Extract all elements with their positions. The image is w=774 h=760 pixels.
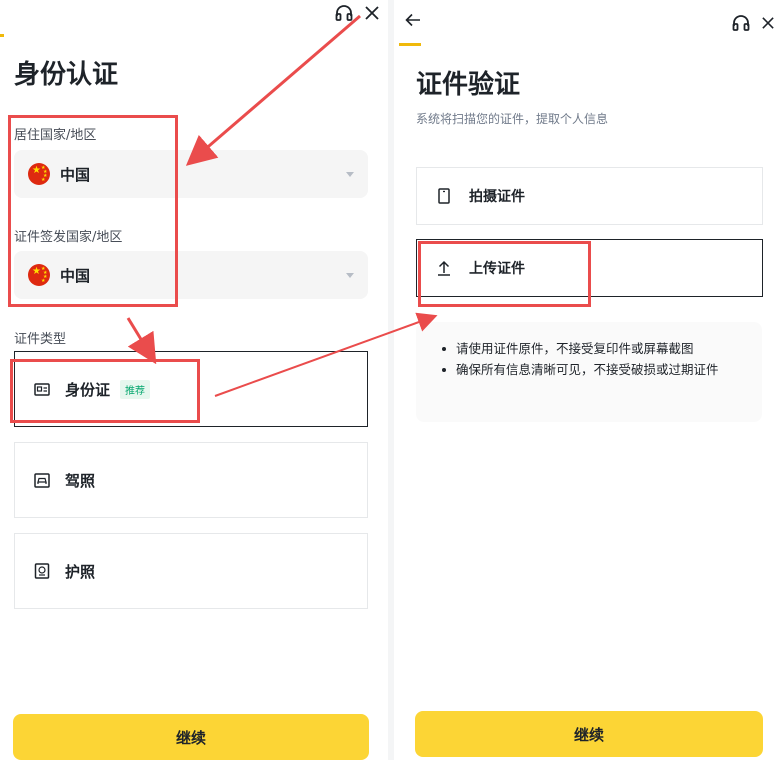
phone-camera-icon — [435, 187, 453, 205]
continue-button[interactable]: 继续 — [13, 714, 369, 760]
upload-document-option[interactable]: 上传证件 — [416, 239, 763, 297]
china-flag-icon: ★ ★ ★ ★ ★ — [28, 163, 50, 185]
china-flag-icon: ★ ★ ★ ★ ★ — [28, 264, 50, 286]
page-subtitle: 系统将扫描您的证件，提取个人信息 — [416, 112, 609, 126]
tip-item: 请使用证件原件，不接受复印件或屏幕截图 — [442, 338, 744, 359]
residence-country-label: 居住国家/地区 — [14, 128, 97, 143]
page-title: 身份认证 — [14, 60, 119, 90]
doc-type-id-card[interactable]: 身份证 推荐 — [14, 351, 368, 427]
doc-type-passport[interactable]: 护照 — [14, 533, 368, 609]
progress-indicator — [0, 34, 4, 37]
doc-type-label: 身份证 — [65, 380, 111, 399]
doc-type-label: 护照 — [65, 562, 96, 581]
caret-down-icon — [346, 171, 354, 177]
issuing-country-label: 证件签发国家/地区 — [14, 230, 123, 245]
option-label: 上传证件 — [469, 261, 525, 277]
take-photo-option[interactable]: 拍摄证件 — [416, 167, 763, 225]
headset-icon[interactable] — [732, 15, 750, 31]
progress-indicator — [399, 43, 421, 46]
top-actions — [335, 0, 379, 26]
recommended-badge: 推荐 — [120, 379, 151, 399]
issuing-country-value: 中国 — [60, 266, 91, 285]
driver-license-icon — [33, 471, 51, 489]
doc-type-driver-license[interactable]: 驾照 — [14, 442, 368, 518]
tips-box: 请使用证件原件，不接受复印件或屏幕截图 确保所有信息清晰可见，不接受破损或过期证… — [416, 322, 762, 422]
upload-icon — [435, 259, 453, 277]
tip-item: 确保所有信息清晰可见，不接受破损或过期证件 — [442, 359, 744, 380]
id-card-icon — [33, 380, 51, 398]
top-actions — [732, 10, 774, 36]
back-arrow-icon[interactable] — [405, 12, 421, 31]
doc-type-label: 驾照 — [65, 471, 96, 490]
caret-down-icon — [346, 272, 354, 278]
close-icon[interactable] — [365, 6, 379, 20]
close-icon[interactable] — [762, 17, 774, 29]
residence-country-value: 中国 — [60, 165, 91, 184]
panel-divider — [388, 0, 394, 760]
residence-country-select[interactable]: ★ ★ ★ ★ ★ 中国 — [14, 150, 368, 198]
issuing-country-select[interactable]: ★ ★ ★ ★ ★ 中国 — [14, 251, 368, 299]
document-type-label: 证件类型 — [14, 332, 67, 347]
option-label: 拍摄证件 — [469, 189, 525, 205]
page-title: 证件验证 — [416, 70, 521, 100]
continue-button[interactable]: 继续 — [415, 711, 763, 757]
headset-icon[interactable] — [335, 5, 353, 21]
passport-icon — [33, 562, 51, 580]
